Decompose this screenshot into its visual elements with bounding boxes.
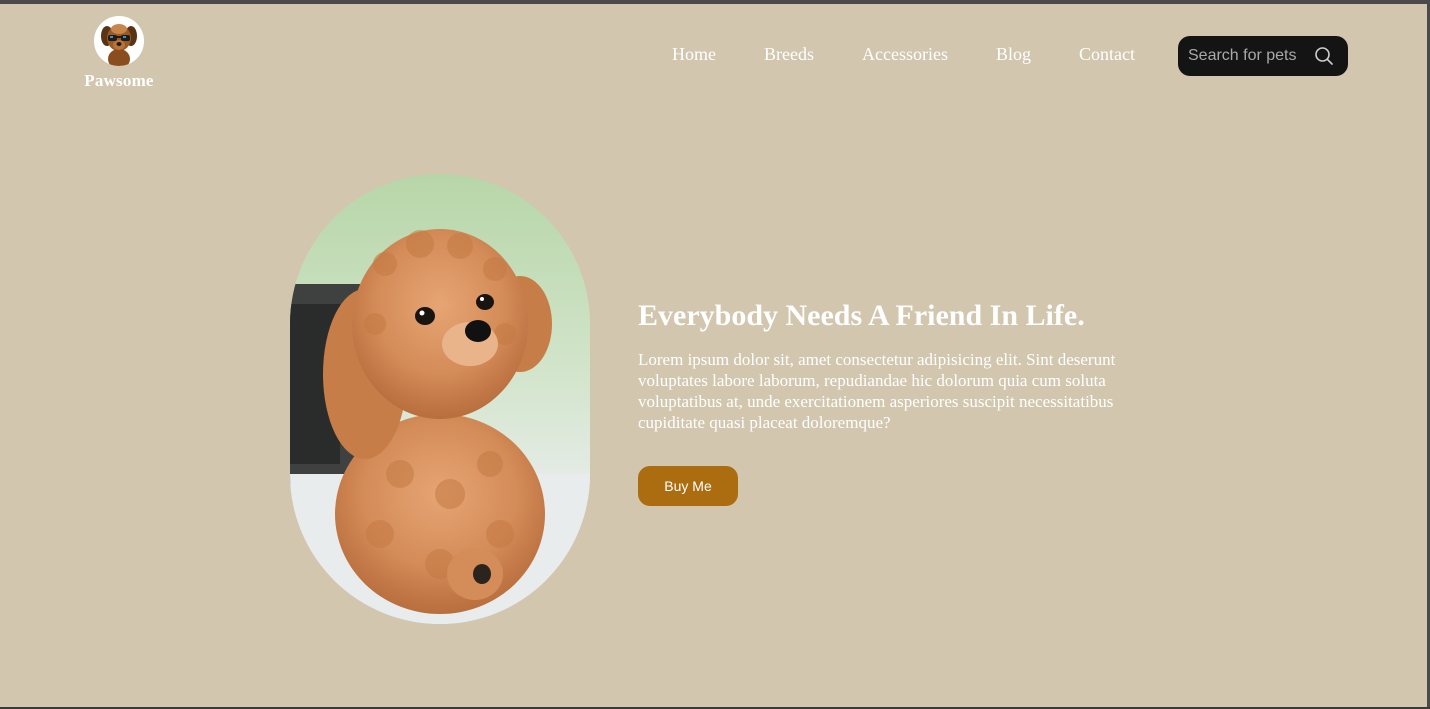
dog-logo-icon [94,16,144,66]
brand-name: Pawsome [84,71,154,90]
nav-item-home[interactable]: Home [672,44,716,65]
window-top-border [0,0,1430,4]
main-nav: Home Breeds Accessories Blog Contact [672,44,1135,65]
nav-item-breeds[interactable]: Breeds [764,44,814,65]
search-input[interactable] [1188,47,1306,65]
nav-item-contact[interactable]: Contact [1079,44,1135,65]
brand[interactable]: Pawsome [78,16,160,91]
search-box [1178,36,1348,76]
search-icon[interactable] [1314,46,1334,66]
hero-title: Everybody Needs A Friend In Life. [638,299,1085,332]
nav-item-blog[interactable]: Blog [996,44,1031,65]
buy-me-button[interactable]: Buy Me [638,466,738,506]
hero-text: Everybody Needs A Friend In Life. Lorem … [638,296,1138,433]
hero-puppy-image [290,174,590,624]
nav-item-accessories[interactable]: Accessories [862,44,948,65]
hero-description: Lorem ipsum dolor sit, amet consectetur … [638,350,1116,432]
